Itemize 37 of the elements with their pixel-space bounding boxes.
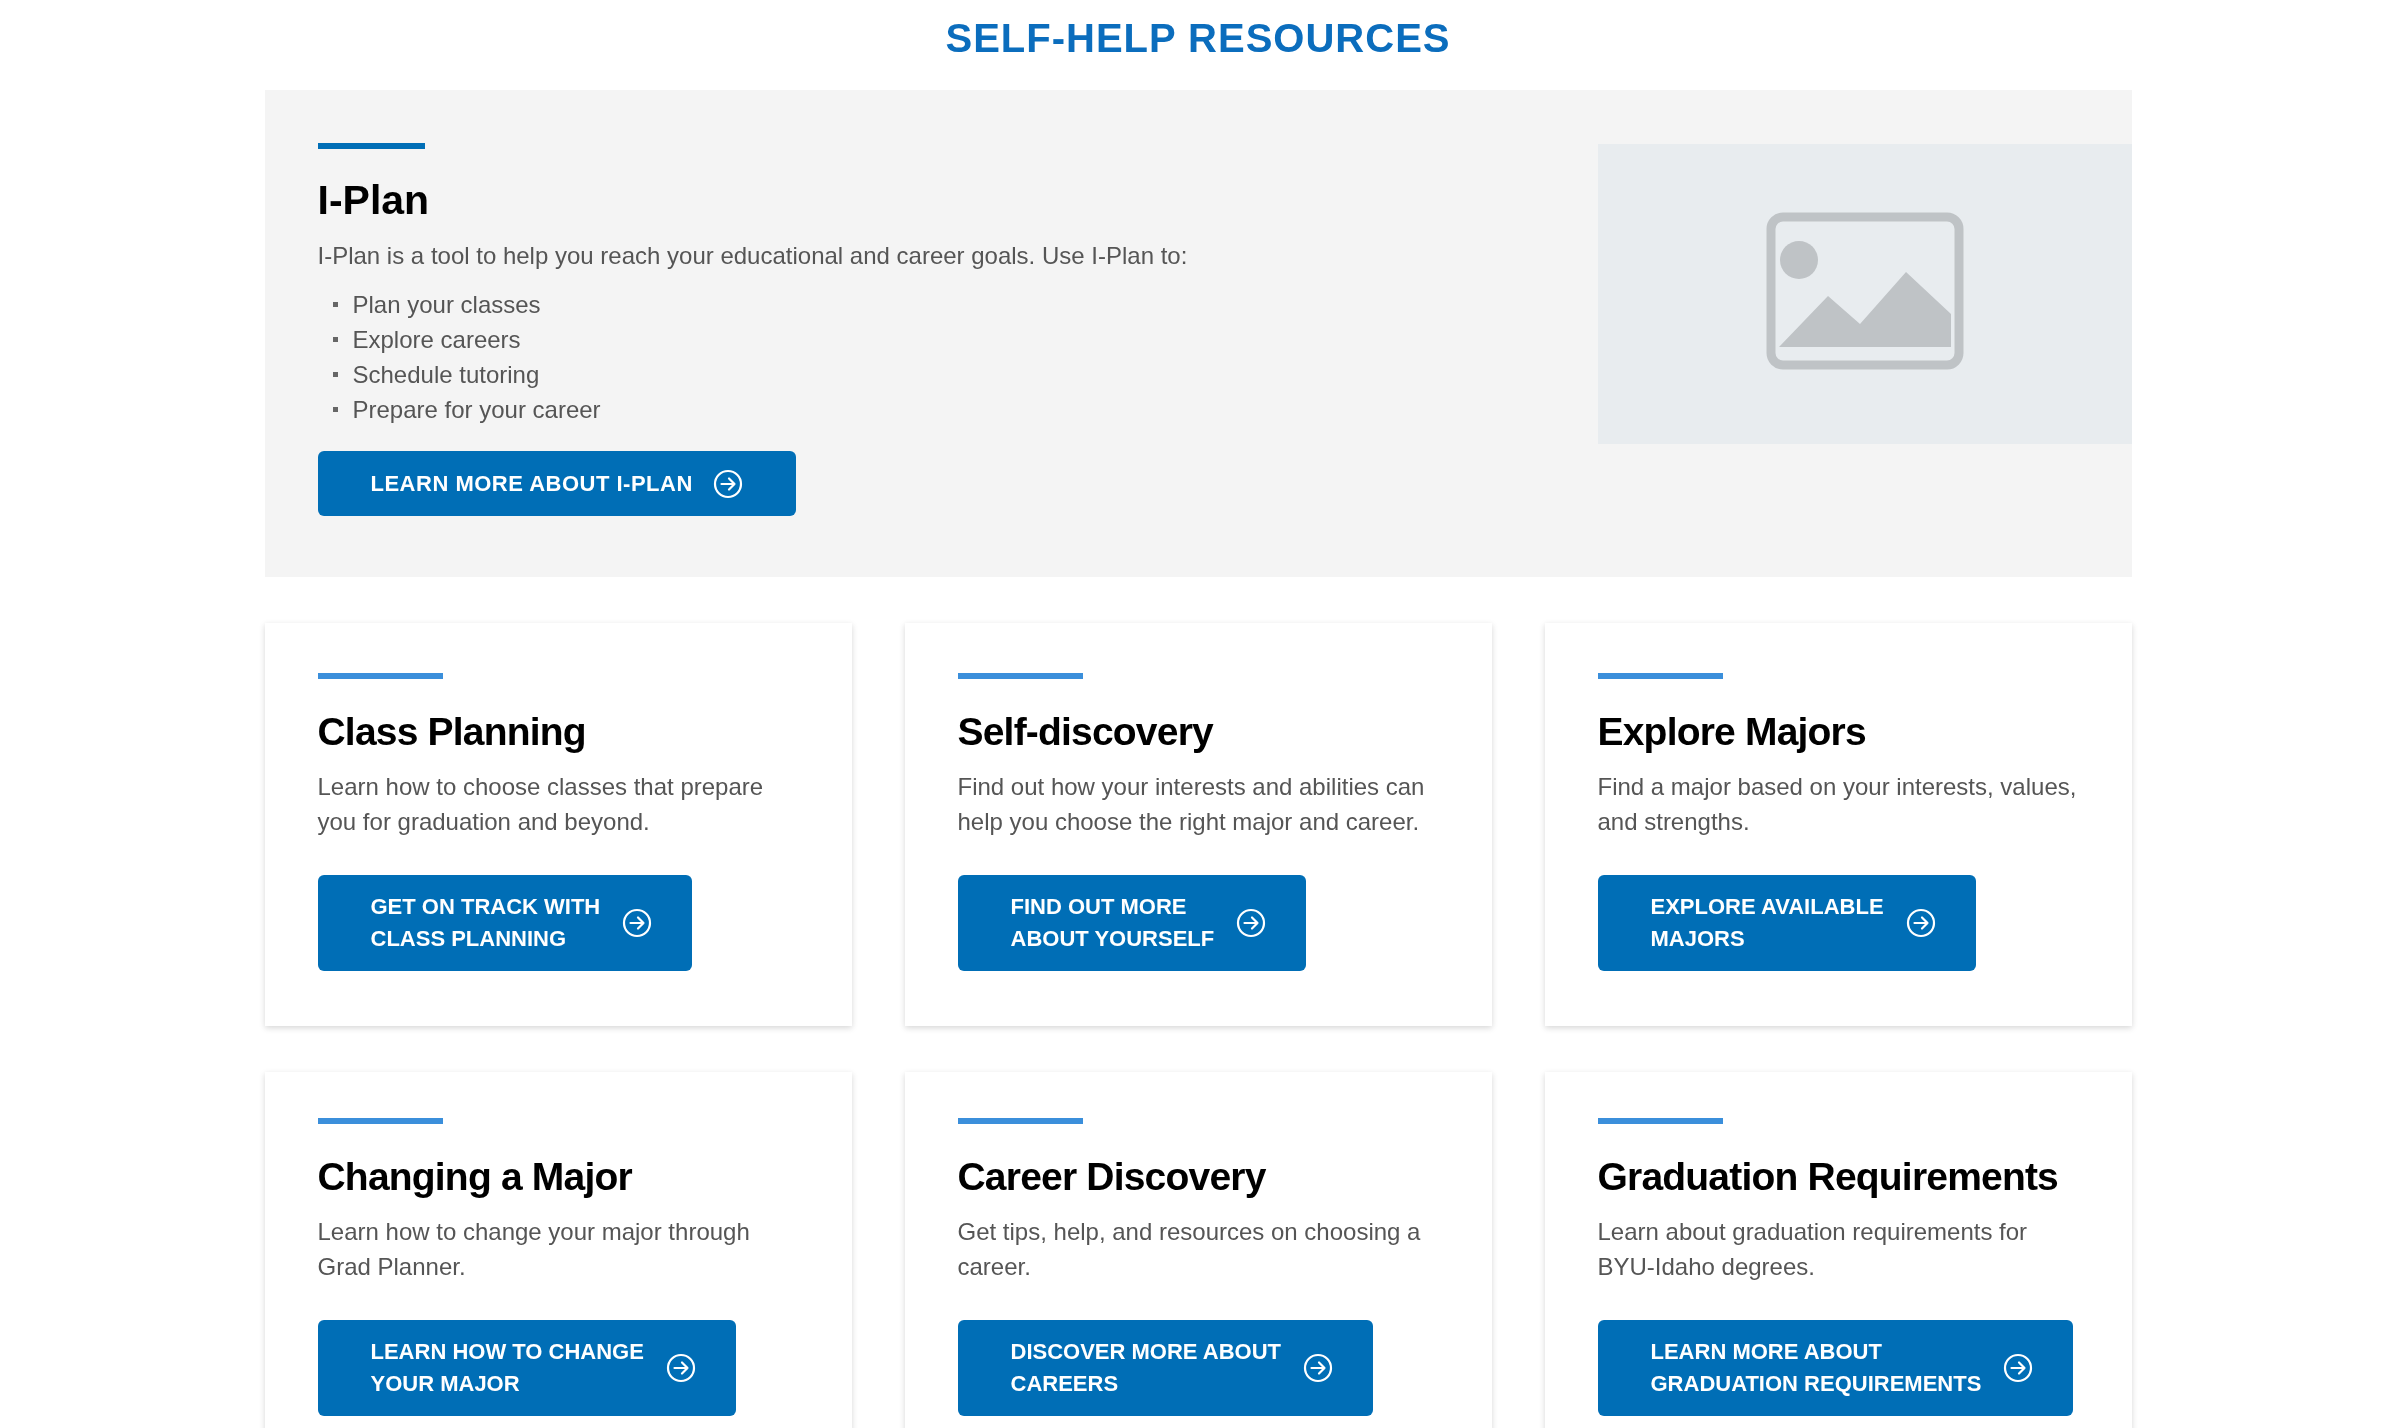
card-description: Learn about graduation requirements for BYU-Idaho degrees. (1597, 1217, 2029, 1282)
arrow-circle-icon (665, 1353, 696, 1383)
arrow-circle-icon (2003, 1353, 2034, 1383)
bullet-item: Plan your classes (352, 289, 541, 320)
feature-intro: I-Plan is a tool to help you reach your educational and career goals. Use I-Plan to: (317, 241, 1188, 271)
card-description: Find a major based on your interests, values, and strengths. (1597, 772, 2078, 837)
arrow-circle-icon (1236, 908, 1267, 938)
bullet-item: Prepare for your career (352, 394, 601, 425)
card-description: Learn how to choose classes that prepare you for graduation and beyond. (317, 772, 765, 837)
card-button[interactable]: LEARN MORE ABOUT GRADUATION REQUIREMENTS (1597, 1320, 2074, 1416)
feature-title: I-Plan (317, 176, 431, 225)
card-title: Self-discovery (957, 709, 1215, 755)
card-title: Career Discovery (957, 1154, 1267, 1200)
card-title: Class Planning (317, 709, 587, 755)
card-button[interactable]: DISCOVER MORE ABOUT CAREERS (957, 1320, 1374, 1416)
card-description: Find out how your interests and abilities can help you choose the right major and career. (957, 772, 1426, 837)
card-description: Get tips, help, and resources on choosing a career. (957, 1217, 1422, 1282)
bullet-icon (332, 372, 338, 377)
card-button[interactable]: FIND OUT MORE ABOUT YOURSELF (957, 875, 1307, 971)
bullet-item: Explore careers (352, 324, 521, 355)
bullet-icon (332, 337, 338, 342)
arrow-circle-icon (622, 908, 653, 938)
arrow-circle-icon (1905, 908, 1936, 938)
card-button[interactable]: LEARN HOW TO CHANGE YOUR MAJOR (317, 1320, 736, 1416)
page-title: SELF-HELP RESOURCES (945, 15, 1451, 62)
bullet-item: Schedule tutoring (352, 359, 540, 390)
card-title: Explore Majors (1597, 709, 1867, 755)
card-button[interactable]: EXPLORE AVAILABLE MAJORS (1597, 875, 1976, 971)
arrow-circle-icon (1303, 1353, 1334, 1383)
bullet-icon (332, 302, 338, 307)
card-title: Changing a Major (317, 1154, 633, 1200)
arrow-circle-icon (712, 468, 743, 499)
card-button[interactable]: GET ON TRACK WITH CLASS PLANNING (317, 875, 693, 971)
learn-more-button[interactable]: LEARN MORE ABOUT I-PLAN (317, 451, 796, 516)
bullet-icon (332, 407, 338, 412)
card-title: Graduation Requirements (1597, 1154, 2059, 1200)
card-description: Learn how to change your major through Grad Planner. (317, 1217, 751, 1282)
